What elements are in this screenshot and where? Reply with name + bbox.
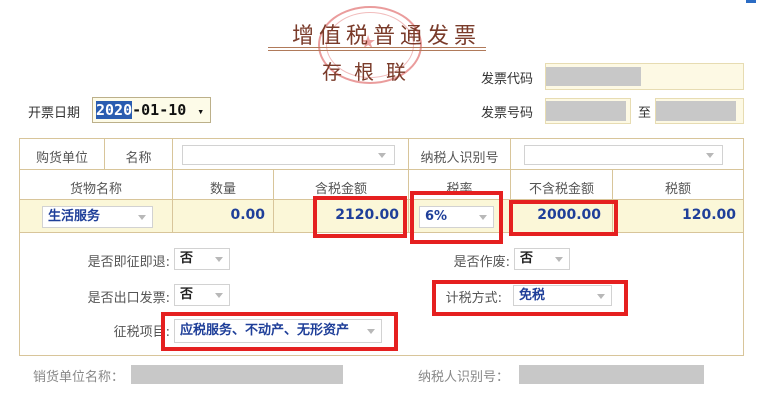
void-caret-icon [555,257,563,262]
invoice-number-label: 发票号码 [481,106,534,121]
highlight-tax-exclusive [509,200,618,236]
buyer-unit-label: 购货单位 [35,151,88,166]
buyer-tax-id-caret-icon [706,153,714,158]
void-select[interactable]: 否 [514,248,570,270]
immediate-refund-caret-icon [215,257,223,262]
date-month-day: -01-10 [132,101,187,119]
export-invoice-value: 否 [180,287,194,302]
divider-buyer [20,169,743,170]
col-tax-exclusive: 不含税金额 [528,182,594,197]
highlight-tax-item [161,312,398,351]
buyer-tax-id-select[interactable] [524,145,723,165]
buyer-tax-id-label: 纳税人识别号 [420,151,499,166]
buyer-name-select[interactable] [182,145,395,165]
quantity-value[interactable]: 0.00 [180,207,265,223]
goods-name-value: 生活服务 [48,209,101,224]
buyer-name-label: 名称 [125,151,152,166]
date-dropdown-icon[interactable]: ▾ [197,105,204,118]
invoice-code-redacted [546,67,641,86]
goods-name-caret-icon [138,215,146,220]
date-label: 开票日期 [28,106,81,121]
invoice-number-start-redacted [546,101,626,121]
seller-name-label: 销货单位名称： [33,370,125,385]
goods-name-select[interactable]: 生活服务 [42,206,153,228]
highlight-tax-method [432,280,628,316]
tax-amount-value[interactable]: 120.00 [620,207,736,223]
export-invoice-select[interactable]: 否 [174,284,230,306]
export-invoice-label: 是否出口发票: [87,291,170,306]
date-picker[interactable]: 2020-01-10 ▾ [92,97,211,123]
buyer-divider-4 [510,139,511,169]
immediate-refund-select[interactable]: 否 [174,248,230,270]
col-tax-amount: 税额 [664,182,691,197]
title-underline-double [268,50,486,51]
invoice-number-end-redacted [656,101,736,121]
buyer-name-caret-icon [378,153,386,158]
col-goods-name: 货物名称 [69,182,122,197]
invoice-title: 增值税普通发票 [292,24,482,49]
highlight-tax-rate [410,191,503,244]
col-quantity: 数量 [209,182,236,197]
invoice-number-to-label: 至 [638,106,652,121]
highlight-tax-inclusive [313,196,407,238]
seller-tax-id-redacted [519,365,704,384]
immediate-refund-label: 是否即征即退: [87,255,170,270]
buyer-divider-2 [172,139,173,169]
col-tax-inclusive: 含税金额 [314,182,367,197]
void-label: 是否作废: [453,255,510,270]
invoice-code-label: 发票代码 [481,72,534,87]
seller-tax-id-label: 纳税人识别号： [418,370,510,385]
date-year-selected: 2020 [96,101,133,119]
window-edge-accent [746,0,756,3]
immediate-refund-value: 否 [180,251,194,266]
export-invoice-caret-icon [215,293,223,298]
tax-item-label: 征税项目: [113,325,170,340]
seller-name-redacted [131,365,343,384]
title-underline [268,47,486,48]
invoice-subtitle: 存根联 [322,60,418,84]
void-value: 否 [520,251,534,266]
